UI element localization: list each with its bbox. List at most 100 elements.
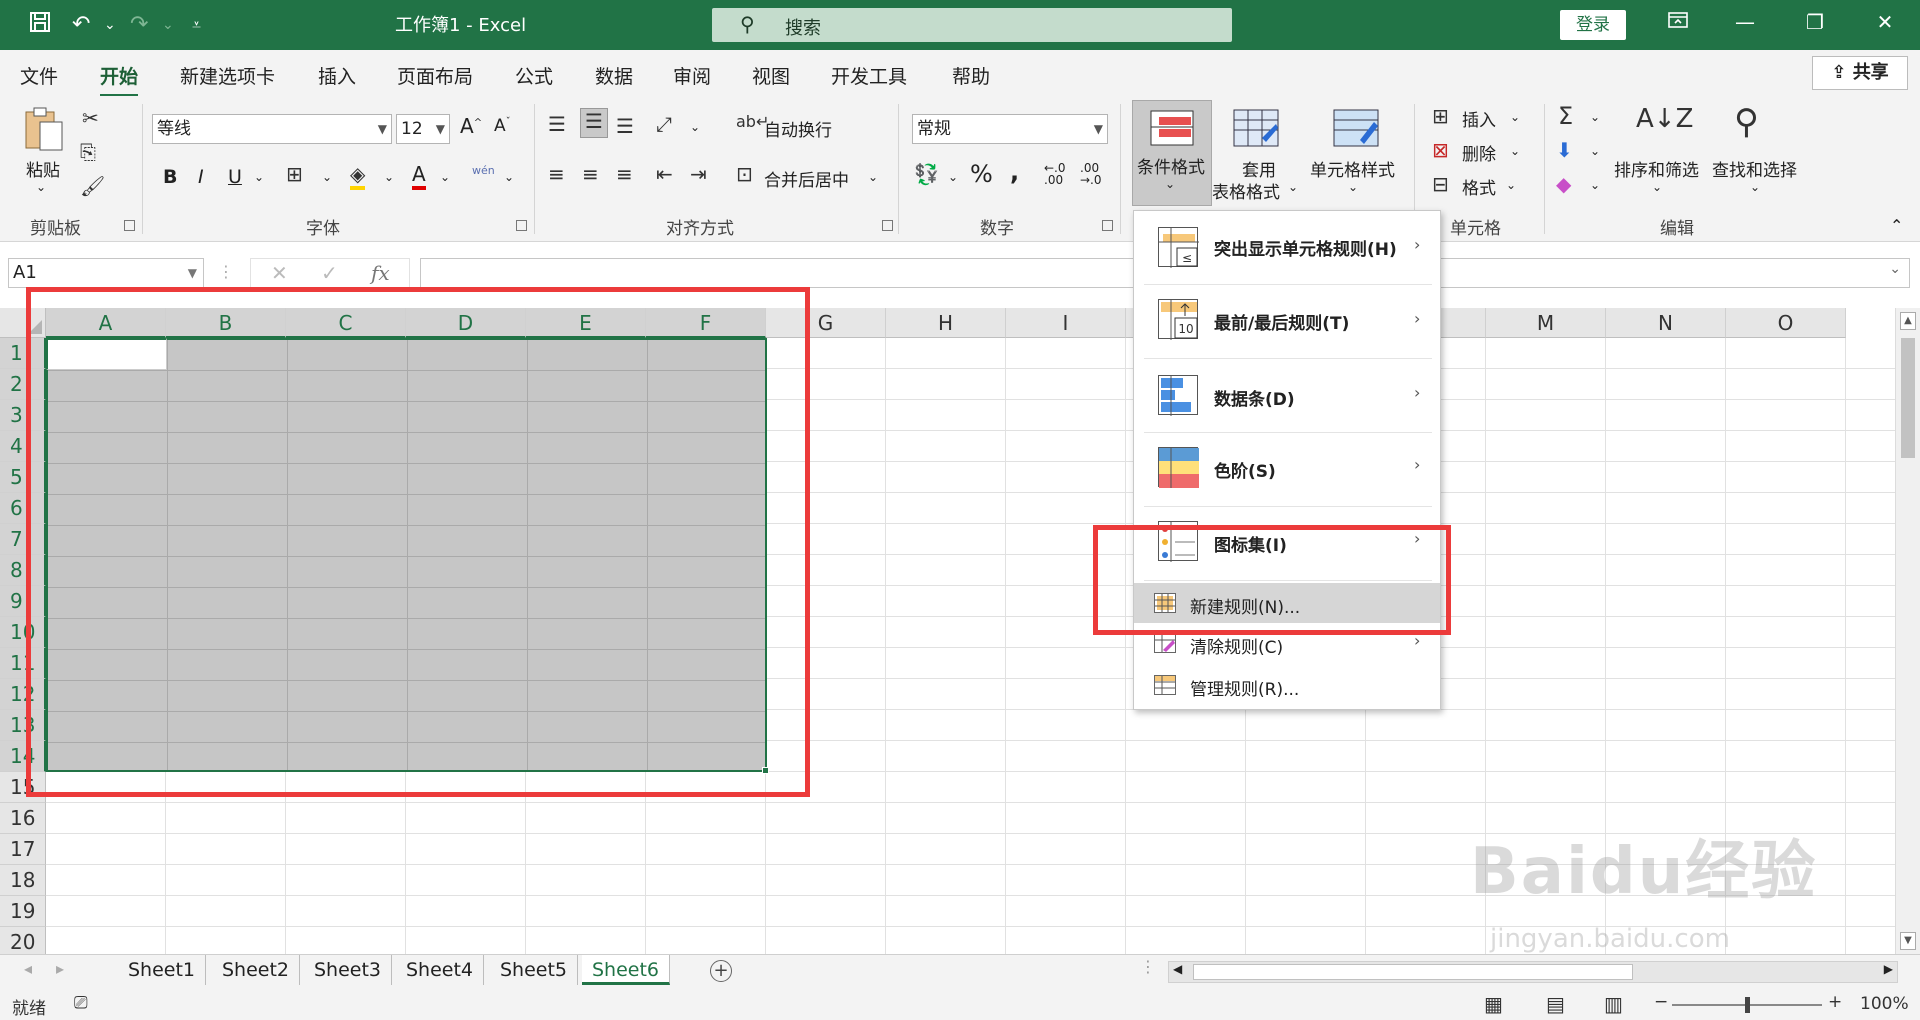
merge-center-icon[interactable]: ⊡ bbox=[736, 162, 753, 186]
enter-icon[interactable]: ✓ bbox=[321, 261, 338, 285]
menu-item-color-scales[interactable]: 色阶(S) › bbox=[1134, 433, 1440, 505]
undo-dropdown-icon[interactable]: ⌄ bbox=[104, 10, 116, 40]
chevron-down-icon[interactable]: ⌄ bbox=[1652, 180, 1662, 194]
tab-view[interactable]: 视图 bbox=[752, 62, 790, 89]
menu-item-top-bottom-rules[interactable]: 10 最前/最后规则(T) › bbox=[1134, 285, 1440, 357]
share-button[interactable]: ⇪ 共享 bbox=[1812, 56, 1908, 90]
chevron-down-icon[interactable]: ⌄ bbox=[1510, 144, 1520, 158]
chevron-down-icon[interactable]: ⌄ bbox=[1750, 180, 1760, 194]
paste-label[interactable]: 粘贴 bbox=[26, 156, 60, 181]
cut-icon[interactable]: ✂ bbox=[82, 106, 99, 130]
sort-filter-label[interactable]: 排序和筛选 bbox=[1614, 156, 1699, 181]
prev-sheet-icon[interactable]: ◂ bbox=[24, 959, 32, 978]
tab-data[interactable]: 数据 bbox=[595, 62, 633, 89]
orientation-icon[interactable]: ⤢ bbox=[656, 112, 672, 136]
chevron-down-icon[interactable]: ⌄ bbox=[690, 120, 700, 134]
zoom-in-icon[interactable]: + bbox=[1828, 992, 1842, 1012]
tab-home[interactable]: 开始 bbox=[100, 62, 139, 97]
chevron-down-icon[interactable]: ⌄ bbox=[322, 170, 332, 184]
format-painter-icon[interactable]: 🖌 bbox=[80, 174, 105, 198]
format-as-table-label-2[interactable]: 表格格式 bbox=[1212, 178, 1280, 203]
cell-styles-label[interactable]: 单元格样式 bbox=[1310, 156, 1395, 181]
scroll-left-icon[interactable]: ◀ bbox=[1173, 962, 1182, 976]
align-top-icon[interactable]: ☰ bbox=[548, 112, 566, 136]
chevron-down-icon[interactable]: ⌄ bbox=[1348, 180, 1358, 194]
row-header[interactable]: 17 bbox=[0, 834, 46, 865]
font-size-select[interactable]: 12 ▼ bbox=[396, 114, 450, 144]
zoom-level[interactable]: 100% bbox=[1860, 994, 1909, 1014]
normal-view-icon[interactable]: ▦ bbox=[1484, 992, 1503, 1016]
format-cells-icon[interactable]: ⊟ bbox=[1432, 172, 1449, 196]
tab-file[interactable]: 文件 bbox=[20, 62, 58, 89]
sheet-tab[interactable]: Sheet6 bbox=[582, 955, 671, 985]
tab-split-icon[interactable]: ⋮ bbox=[1140, 957, 1156, 976]
redo-icon[interactable]: ↷ bbox=[130, 10, 148, 40]
column-header[interactable]: O bbox=[1726, 308, 1846, 338]
row-header[interactable]: 19 bbox=[0, 896, 46, 927]
add-sheet-icon[interactable]: + bbox=[710, 960, 732, 982]
vertical-scrollbar[interactable]: ▲ ▼ bbox=[1895, 308, 1920, 954]
sheet-tab[interactable]: Sheet1 bbox=[118, 955, 207, 985]
clear-icon[interactable]: ◆ bbox=[1556, 172, 1571, 196]
row-header[interactable]: 18 bbox=[0, 865, 46, 896]
chevron-down-icon[interactable]: ⌄ bbox=[254, 170, 264, 184]
search-box[interactable]: ⚲ 搜索 bbox=[712, 8, 1232, 42]
copy-icon[interactable]: ⎘ bbox=[80, 140, 96, 164]
ribbon-display-icon[interactable] bbox=[1663, 10, 1693, 35]
zoom-slider-thumb[interactable] bbox=[1745, 997, 1750, 1013]
tab-insert[interactable]: 插入 bbox=[318, 62, 356, 89]
sheet-tab[interactable]: Sheet2 bbox=[212, 955, 301, 985]
format-cells-label[interactable]: 格式 bbox=[1462, 174, 1496, 199]
comma-style-icon[interactable]: , bbox=[1010, 158, 1019, 186]
decrease-decimal-icon[interactable]: .00 →.0 bbox=[1080, 162, 1102, 186]
fill-color-icon[interactable]: ◈ bbox=[350, 162, 366, 190]
number-format-select[interactable]: 常规 ▼ bbox=[912, 114, 1108, 144]
login-button[interactable]: 登录 bbox=[1560, 10, 1626, 40]
font-color-icon[interactable]: A bbox=[412, 162, 426, 190]
column-header[interactable]: M bbox=[1486, 308, 1606, 338]
paste-dropdown-icon[interactable]: ⌄ bbox=[36, 180, 46, 194]
next-sheet-icon[interactable]: ▸ bbox=[56, 959, 64, 978]
menu-item-data-bars[interactable]: 数据条(D) › bbox=[1134, 359, 1440, 431]
chevron-down-icon[interactable]: ⌄ bbox=[1510, 110, 1520, 124]
italic-icon[interactable]: I bbox=[198, 166, 204, 188]
find-select-icon[interactable]: ⚲ bbox=[1734, 102, 1759, 142]
sheet-tab[interactable]: Sheet3 bbox=[304, 955, 393, 985]
insert-cells-icon[interactable]: ⊞ bbox=[1432, 104, 1449, 128]
column-header[interactable]: I bbox=[1006, 308, 1126, 338]
alignment-launcher-icon[interactable] bbox=[882, 220, 893, 231]
currency-icon[interactable]: 💱 bbox=[914, 162, 939, 186]
tab-page-layout[interactable]: 页面布局 bbox=[397, 62, 473, 89]
menu-item-highlight-rules[interactable]: ≤ 突出显示单元格规则(H) › bbox=[1134, 211, 1440, 283]
row-header[interactable]: 20 bbox=[0, 927, 46, 954]
close-icon[interactable]: ✕ bbox=[1870, 10, 1900, 34]
align-left-icon[interactable]: ≡ bbox=[548, 162, 565, 186]
function-icon[interactable]: fx bbox=[371, 261, 390, 285]
autosum-icon[interactable]: Σ bbox=[1558, 102, 1573, 130]
cell-styles-icon[interactable] bbox=[1332, 108, 1380, 153]
zoom-out-icon[interactable]: − bbox=[1654, 992, 1668, 1012]
increase-decimal-icon[interactable]: ←.0.00 bbox=[1044, 162, 1066, 186]
collapse-ribbon-icon[interactable]: ⌃ bbox=[1890, 216, 1903, 235]
expand-formula-icon[interactable]: ⌄ bbox=[1889, 261, 1901, 277]
find-select-label[interactable]: 查找和选择 bbox=[1712, 156, 1797, 181]
chevron-down-icon[interactable]: ⌄ bbox=[868, 170, 878, 184]
scroll-up-icon[interactable]: ▲ bbox=[1900, 312, 1916, 330]
tab-new-tab[interactable]: 新建选项卡 bbox=[180, 62, 275, 89]
font-launcher-icon[interactable] bbox=[516, 220, 527, 231]
horizontal-scrollbar[interactable]: ◀ ▶ bbox=[1168, 961, 1898, 983]
minimize-icon[interactable]: — bbox=[1730, 10, 1760, 34]
sheet-tab[interactable]: Sheet4 bbox=[396, 955, 485, 985]
increase-indent-icon[interactable]: ⇥ bbox=[690, 162, 707, 186]
sheet-tab[interactable]: Sheet5 bbox=[490, 955, 579, 985]
hscroll-thumb[interactable] bbox=[1193, 964, 1633, 980]
chevron-down-icon[interactable]: ⌄ bbox=[1506, 178, 1516, 192]
tab-help[interactable]: 帮助 bbox=[952, 62, 990, 89]
chevron-down-icon[interactable]: ⌄ bbox=[440, 170, 450, 184]
row-header[interactable]: 16 bbox=[0, 803, 46, 834]
macro-record-icon[interactable]: ⎚ bbox=[74, 993, 88, 1013]
border-icon[interactable]: ⊞ bbox=[286, 162, 303, 186]
clipboard-launcher-icon[interactable] bbox=[124, 220, 135, 231]
restore-icon[interactable]: ❐ bbox=[1800, 10, 1830, 34]
chevron-down-icon[interactable]: ⌄ bbox=[1288, 180, 1298, 194]
